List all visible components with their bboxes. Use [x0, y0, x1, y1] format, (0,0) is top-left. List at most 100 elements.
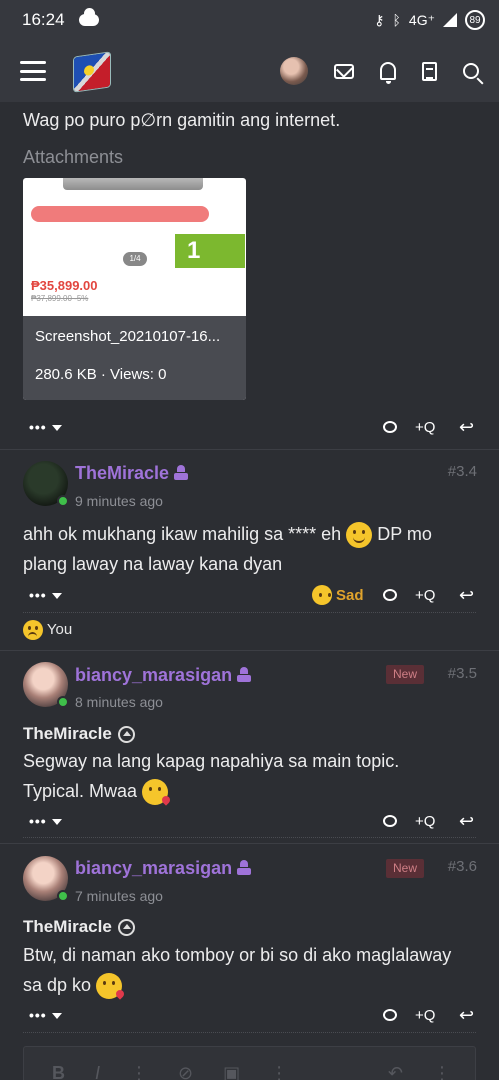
thumb-laptop-image [63, 178, 203, 190]
post-text-line2: sa dp ko [23, 971, 123, 1000]
link-icon[interactable]: ⊘ [178, 1063, 193, 1080]
thumb-warranty-badge: 1 [175, 234, 245, 268]
status-time: 16:24 [22, 10, 65, 29]
reply-icon[interactable] [383, 815, 397, 827]
hamburger-menu-icon[interactable] [20, 61, 46, 81]
quote-button[interactable]: +Q [415, 419, 435, 436]
thumb-promo-bar [31, 206, 209, 222]
kiss-emoji-icon [142, 779, 169, 806]
divider [0, 449, 499, 450]
reaction-label[interactable]: Sad [336, 587, 364, 604]
vpn-key-icon: ⚷ [374, 11, 385, 28]
divider [0, 650, 499, 651]
thumb-old-price: ₱37,899.00 -5% [31, 294, 89, 303]
reply-icon[interactable] [383, 589, 397, 601]
divider [23, 837, 476, 838]
reacted-by: You [46, 620, 73, 638]
share-icon[interactable]: ↩ [459, 1005, 474, 1026]
quote-button[interactable]: +Q [415, 1007, 435, 1024]
more-actions-button[interactable]: ••• [29, 1007, 62, 1023]
attachment-thumbnail[interactable]: 1 1/4 ₱35,899.00 ₱37,899.00 -5% Screensh… [23, 178, 246, 400]
mail-icon[interactable] [334, 63, 354, 79]
attachment-meta: 280.6 KB · Views: 0 [35, 366, 167, 383]
image-icon[interactable]: ▣ [223, 1063, 240, 1080]
more-options-icon[interactable]: ⋮ [433, 1063, 451, 1080]
document-icon[interactable] [422, 61, 437, 81]
undo-icon[interactable]: ↶ [388, 1063, 403, 1080]
online-indicator [57, 696, 69, 708]
italic-icon[interactable]: I [95, 1063, 100, 1080]
attachment-info: Screenshot_20210107-16... 280.6 KB · Vie… [23, 316, 246, 400]
more-actions-button[interactable]: ••• [29, 813, 62, 829]
post-text: Btw, di naman ako tomboy or bi so di ako… [23, 945, 452, 965]
more-actions-button[interactable]: ••• [29, 419, 62, 435]
user-group-icon [236, 667, 252, 683]
battery-icon: 89 [465, 10, 485, 30]
post-text-line2: Typical. Mwaa [23, 777, 169, 806]
online-indicator [57, 495, 69, 507]
network-type: 4G⁺ [408, 11, 435, 28]
reactions-summary[interactable]: You [23, 620, 72, 640]
kiss-emoji-icon [96, 973, 123, 1000]
search-icon[interactable] [463, 63, 479, 79]
post-text: Wag po puro p∅rn gamitin ang internet. [23, 110, 341, 130]
site-logo[interactable] [70, 49, 114, 93]
post-username[interactable]: TheMiracle [75, 463, 189, 484]
sad-reaction-icon[interactable] [312, 585, 332, 605]
thread-content: Wag po puro p∅rn gamitin ang internet. A… [0, 102, 499, 1080]
bell-icon[interactable] [380, 62, 396, 84]
user-group-icon [173, 465, 189, 481]
bluetooth-icon: ᛒ [392, 12, 401, 28]
status-bar: 16:24 ⚷ ᛒ 4G⁺ 89 [0, 0, 499, 40]
goto-quote-icon[interactable] [117, 919, 135, 937]
smile-emoji-icon [346, 522, 373, 549]
header-tools [280, 57, 479, 85]
post-actions: ••• +Q ↩ [0, 1002, 499, 1028]
status-indicators: ⚷ ᛒ 4G⁺ 89 [374, 10, 485, 30]
bold-icon[interactable]: B [52, 1063, 65, 1080]
divider [23, 612, 476, 613]
signal-icon [443, 13, 457, 27]
quote-button[interactable]: +Q [415, 813, 435, 830]
post-text-line2: plang laway na laway kana dyan [23, 554, 283, 574]
cloud-icon [78, 8, 99, 26]
quote-author[interactable]: TheMiracle [23, 917, 135, 937]
goto-quote-icon[interactable] [117, 726, 135, 744]
share-icon[interactable]: ↩ [459, 585, 474, 606]
reply-editor-toolbar: B I ⋮ ⊘ ▣ ⋮ ↶ ⋮ [23, 1046, 476, 1080]
quote-author[interactable]: TheMiracle [23, 724, 135, 744]
post-text: ahh ok mukhang ikaw mahilig sa **** eh D… [23, 520, 432, 549]
user-avatar[interactable] [280, 57, 308, 85]
app-header [0, 40, 499, 102]
attachments-label: Attachments [23, 147, 124, 167]
reply-icon[interactable] [383, 421, 397, 433]
new-badge: New [386, 859, 424, 878]
post-time[interactable]: 9 minutes ago [75, 493, 163, 509]
post-number[interactable]: #3.4 [448, 463, 477, 480]
post-time[interactable]: 7 minutes ago [75, 888, 163, 904]
attachment-filename: Screenshot_20210107-16... [35, 328, 221, 345]
post-time[interactable]: 8 minutes ago [75, 694, 163, 710]
post-username[interactable]: biancy_marasigan [75, 665, 252, 686]
more-actions-button[interactable]: ••• [29, 587, 62, 603]
more-text-options-icon[interactable]: ⋮ [130, 1063, 148, 1080]
post-actions: ••• +Q ↩ [0, 808, 499, 834]
more-insert-options-icon[interactable]: ⋮ [270, 1063, 288, 1080]
thumb-pager: 1/4 [123, 252, 147, 266]
post-actions: ••• +Q ↩ [0, 414, 499, 440]
post-username[interactable]: biancy_marasigan [75, 858, 252, 879]
divider [0, 843, 499, 844]
reply-icon[interactable] [383, 1009, 397, 1021]
post-number[interactable]: #3.5 [448, 665, 477, 682]
post-number[interactable]: #3.6 [448, 858, 477, 875]
share-icon[interactable]: ↩ [459, 417, 474, 438]
thumb-price: ₱35,899.00 [31, 278, 98, 293]
post-actions: ••• Sad +Q ↩ [0, 582, 499, 608]
sad-emoji-icon [23, 620, 43, 640]
new-badge: New [386, 665, 424, 684]
user-group-icon [236, 860, 252, 876]
online-indicator [57, 890, 69, 902]
quote-button[interactable]: +Q [415, 587, 435, 604]
share-icon[interactable]: ↩ [459, 811, 474, 832]
divider [23, 1032, 476, 1033]
